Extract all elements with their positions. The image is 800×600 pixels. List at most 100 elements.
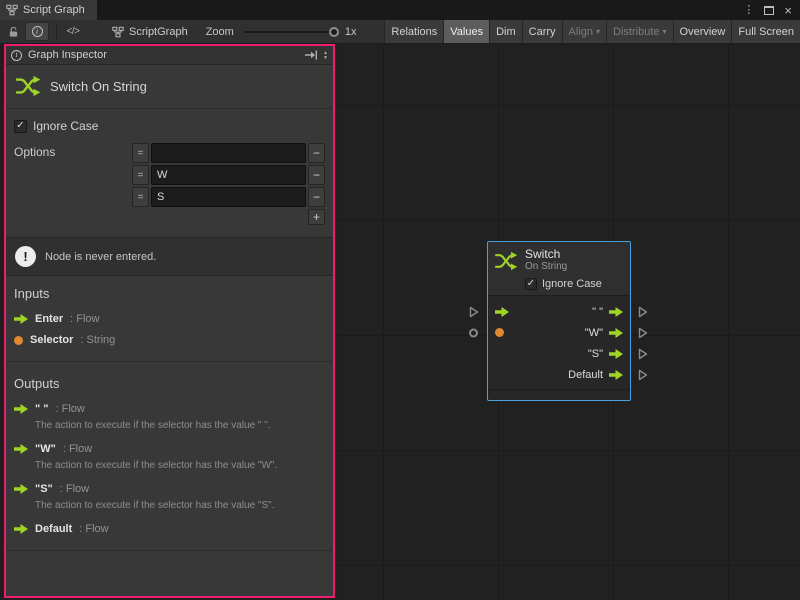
- port-type: : Flow: [56, 403, 85, 415]
- check-icon: ✓: [527, 279, 535, 289]
- port-name: "W": [35, 443, 56, 455]
- scroll-arrows-icon[interactable]: ▲ ▼: [323, 51, 328, 60]
- option-row: = −: [132, 187, 325, 207]
- distribute-button-label: Distribute: [613, 26, 659, 38]
- value-port-icon: [14, 336, 23, 345]
- menu-icon[interactable]: ⋮: [743, 5, 754, 16]
- output-port-label: Default: [568, 369, 603, 381]
- zoom-value: 1x: [345, 26, 357, 38]
- toolbar-separator: [56, 25, 57, 39]
- distribute-button[interactable]: Distribute ▾: [606, 20, 672, 43]
- dim-button[interactable]: Dim: [489, 20, 522, 43]
- port-row: "S": [488, 343, 630, 364]
- ignore-case-checkbox[interactable]: ✓: [14, 120, 27, 133]
- input-connector-icon[interactable]: [469, 306, 479, 318]
- script-graph-tab-icon: [6, 4, 18, 16]
- add-option-button[interactable]: +: [308, 209, 325, 225]
- warning-box: ! Node is never entered.: [6, 237, 333, 276]
- flow-arrow-icon: [14, 484, 28, 494]
- port-name: " ": [35, 403, 49, 415]
- drag-handle-icon[interactable]: =: [132, 143, 149, 163]
- port-type: : Flow: [79, 523, 108, 535]
- graph-asset-icon: [112, 26, 124, 38]
- warning-text: Node is never entered.: [45, 251, 156, 263]
- node-title: Switch: [525, 248, 567, 261]
- option-value-input[interactable]: [151, 143, 306, 163]
- selector-port-icon[interactable]: [495, 328, 504, 337]
- values-button[interactable]: Values: [443, 20, 489, 43]
- align-button-label: Align: [569, 26, 593, 38]
- goto-node-icon[interactable]: [305, 50, 317, 60]
- divider: [6, 361, 333, 362]
- output-connector-icon[interactable]: [638, 306, 648, 318]
- port-description: The action to execute if the selector ha…: [35, 499, 325, 513]
- maximize-icon[interactable]: [764, 6, 774, 15]
- close-icon[interactable]: ×: [784, 4, 792, 17]
- chevron-down-icon: ▾: [596, 27, 600, 36]
- carry-button[interactable]: Carry: [522, 20, 562, 43]
- inspector-body: ✓ Ignore Case Options = − = − =: [6, 109, 333, 596]
- options-list: = − = − = − +: [132, 143, 325, 225]
- align-button[interactable]: Align ▾: [562, 20, 606, 43]
- flow-arrow-icon[interactable]: [609, 370, 623, 380]
- output-port-label: "S": [588, 348, 603, 360]
- inspector-toggle-button[interactable]: i: [25, 22, 49, 41]
- remove-option-button[interactable]: −: [308, 165, 325, 185]
- remove-option-button[interactable]: −: [308, 187, 325, 207]
- tab-script-graph[interactable]: Script Graph: [0, 0, 97, 20]
- flow-arrow-icon: [14, 524, 28, 534]
- warning-icon: !: [15, 246, 36, 267]
- divider: [6, 550, 333, 551]
- remove-option-button[interactable]: −: [308, 143, 325, 163]
- port-description: The action to execute if the selector ha…: [35, 459, 325, 473]
- check-icon: ✓: [16, 121, 24, 131]
- fullscreen-button[interactable]: Full Screen: [731, 20, 800, 43]
- node-header[interactable]: Switch On String ✓ Ignore Case: [488, 242, 630, 295]
- port-type: : Flow: [60, 483, 89, 495]
- graph-canvas[interactable]: Switch On String ✓ Ignore Case " " "W": [337, 44, 800, 600]
- enter-port-icon[interactable]: [495, 307, 509, 317]
- output-port-row: " " : Flow: [14, 403, 325, 415]
- port-name: Selector: [30, 334, 73, 346]
- option-value-input[interactable]: [151, 187, 306, 207]
- outputs-section: Outputs " " : Flow The action to execute…: [14, 366, 325, 546]
- drag-handle-icon[interactable]: =: [132, 165, 149, 185]
- code-icon[interactable]: </>: [64, 22, 82, 42]
- flow-arrow-icon[interactable]: [609, 349, 623, 359]
- flow-arrow-icon: [14, 444, 28, 454]
- output-connector-icon[interactable]: [638, 369, 648, 381]
- node-title-header: Switch On String: [6, 65, 333, 109]
- input-port-row: Selector : String: [14, 334, 325, 346]
- inspector-node-title: Switch On String: [50, 79, 147, 94]
- node-ignore-case-checkbox[interactable]: ✓: [525, 278, 537, 290]
- outputs-heading: Outputs: [14, 376, 325, 391]
- inspector-title: Graph Inspector: [28, 49, 107, 61]
- option-row: = −: [132, 165, 325, 185]
- flow-arrow-icon[interactable]: [609, 307, 623, 317]
- title-bar: Script Graph ⋮ ×: [0, 0, 800, 20]
- port-type: : Flow: [70, 313, 99, 325]
- toolbar: i </> ScriptGraph Zoom 1x Relations Valu…: [0, 20, 800, 44]
- drag-handle-icon[interactable]: =: [132, 187, 149, 207]
- flow-arrow-icon[interactable]: [609, 328, 623, 338]
- graph-breadcrumb[interactable]: ScriptGraph: [112, 26, 188, 38]
- output-port-label: " ": [592, 306, 603, 318]
- window-controls: ⋮ ×: [743, 0, 800, 20]
- zoom-slider[interactable]: [244, 31, 336, 33]
- lock-icon[interactable]: [4, 22, 22, 42]
- relations-button[interactable]: Relations: [384, 20, 443, 43]
- zoom-slider-knob[interactable]: [329, 27, 339, 37]
- option-value-input[interactable]: [151, 165, 306, 185]
- zoom-label: Zoom: [206, 26, 234, 38]
- switch-node[interactable]: Switch On String ✓ Ignore Case " " "W": [487, 241, 631, 401]
- port-name: Default: [35, 523, 72, 535]
- option-row: = −: [132, 143, 325, 163]
- input-connector-icon[interactable]: [469, 328, 478, 337]
- port-description: The action to execute if the selector ha…: [35, 419, 325, 433]
- output-connector-icon[interactable]: [638, 348, 648, 360]
- output-port-label: "W": [585, 327, 603, 339]
- port-type: : Flow: [63, 443, 92, 455]
- overview-button[interactable]: Overview: [673, 20, 732, 43]
- output-connector-icon[interactable]: [638, 327, 648, 339]
- info-icon: i: [11, 50, 22, 61]
